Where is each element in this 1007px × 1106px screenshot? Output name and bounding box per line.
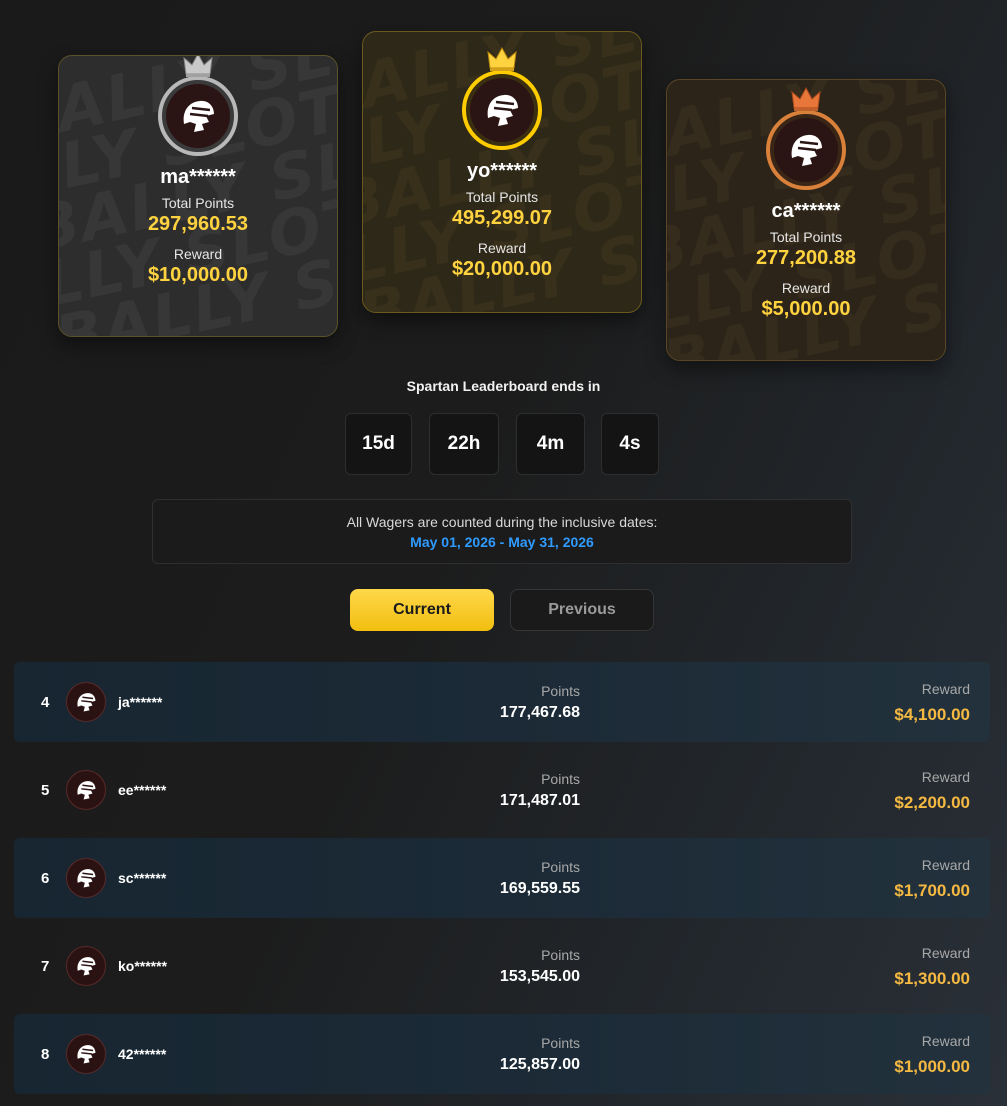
spartan-helmet-icon: [77, 869, 96, 888]
avatar: [766, 86, 846, 190]
podium-card-first: BALLY SLOTSLLY SLOTS BABALLY SLOTSLLY SL…: [362, 31, 642, 313]
reward-label: Reward: [921, 769, 970, 785]
wager-dates-title: All Wagers are counted during the inclus…: [346, 514, 658, 530]
reward-label: Reward: [921, 945, 970, 961]
row-rank: 8: [41, 1045, 50, 1063]
points-label: Points: [541, 1035, 580, 1051]
spartan-helmet-icon: [487, 94, 518, 126]
avatar: [66, 682, 106, 722]
table-row: 8 42****** Points 125,857.00 Reward $1,000.00: [14, 1014, 990, 1094]
countdown-label: Spartan Leaderboard ends in: [406, 378, 601, 394]
wager-dates-range: May 01, 2026 - May 31, 2026: [410, 534, 594, 550]
spartan-helmet-icon: [77, 1045, 96, 1064]
avatar: [66, 1034, 106, 1074]
podium-card-second: BALLY SLOTSLLY SLOTS BABALLY SLOTSLLY SL…: [58, 55, 338, 337]
reward-value: $4,100.00: [894, 705, 970, 724]
tab-current[interactable]: Current: [350, 589, 494, 631]
points-label: Points: [541, 683, 580, 699]
wager-dates-box: All Wagers are counted during the inclus…: [152, 499, 852, 564]
total-points-value: 277,200.88: [755, 247, 857, 269]
spartan-helmet-icon: [183, 100, 214, 132]
tab-previous[interactable]: Previous: [510, 589, 654, 631]
spartan-helmet-icon: [77, 693, 96, 712]
total-points-value: 495,299.07: [451, 207, 553, 229]
row-username: 42******: [118, 1046, 167, 1062]
reward-label: Reward: [921, 681, 970, 697]
reward-value: $20,000.00: [451, 258, 553, 280]
table-row: 4 ja****** Points 177,467.68 Reward $4,100.00: [14, 662, 990, 742]
total-points-label: Total Points: [769, 229, 843, 245]
reward-label: Reward: [781, 280, 831, 296]
podium-name: ca******: [771, 200, 841, 222]
reward-label: Reward: [477, 240, 527, 256]
table-row: 7 ko****** Points 153,545.00 Reward $1,300.00: [14, 926, 990, 1006]
reward-value: $10,000.00: [147, 264, 249, 286]
countdown-seconds: 4s: [601, 413, 659, 475]
spartan-helmet-icon: [77, 781, 96, 800]
points-label: Points: [541, 947, 580, 963]
countdown-hours: 22h: [429, 413, 499, 475]
reward-value: $5,000.00: [761, 298, 851, 320]
points-value: 177,467.68: [499, 704, 580, 721]
reward-value: $1,700.00: [894, 881, 970, 900]
avatar: [462, 46, 542, 150]
row-rank: 5: [41, 781, 50, 799]
countdown-minutes: 4m: [516, 413, 585, 475]
points-label: Points: [541, 771, 580, 787]
avatar: [66, 858, 106, 898]
reward-label: Reward: [921, 1033, 970, 1049]
crown-icon: [791, 86, 821, 111]
avatar: [158, 56, 238, 156]
reward-value: $2,200.00: [894, 793, 970, 812]
podium-name: ma******: [160, 166, 236, 188]
row-username: ja******: [118, 694, 163, 710]
total-points-label: Total Points: [161, 195, 235, 211]
podium-name: yo******: [466, 160, 538, 182]
row-username: sc******: [118, 870, 167, 886]
points-value: 169,559.55: [499, 880, 580, 897]
spartan-helmet-icon: [77, 957, 96, 976]
points-value: 125,857.00: [499, 1056, 580, 1073]
reward-label: Reward: [173, 246, 223, 262]
row-rank: 4: [41, 693, 50, 711]
table-row: 6 sc****** Points 169,559.55 Reward $1,700.00: [14, 838, 990, 918]
table-row: 5 ee****** Points 171,487.01 Reward $2,200.00: [14, 750, 990, 830]
spartan-helmet-icon: [791, 134, 822, 166]
reward-value: $1,300.00: [894, 969, 970, 988]
reward-value: $1,000.00: [894, 1057, 970, 1076]
countdown-days: 15d: [345, 413, 412, 475]
points-value: 153,545.00: [499, 968, 580, 985]
total-points-label: Total Points: [465, 189, 539, 205]
row-username: ko******: [118, 958, 168, 974]
reward-label: Reward: [921, 857, 970, 873]
podium-card-third: BALLY SLOTSLLY SLOTS BABALLY SLOTSLLY SL…: [666, 79, 946, 361]
crown-icon: [487, 46, 517, 71]
avatar: [66, 946, 106, 986]
points-value: 171,487.01: [499, 792, 580, 809]
points-label: Points: [541, 859, 580, 875]
total-points-value: 297,960.53: [147, 213, 249, 235]
crown-icon: [183, 56, 213, 77]
row-rank: 7: [41, 957, 50, 975]
row-rank: 6: [41, 869, 50, 887]
avatar: [66, 770, 106, 810]
row-username: ee******: [118, 782, 167, 798]
